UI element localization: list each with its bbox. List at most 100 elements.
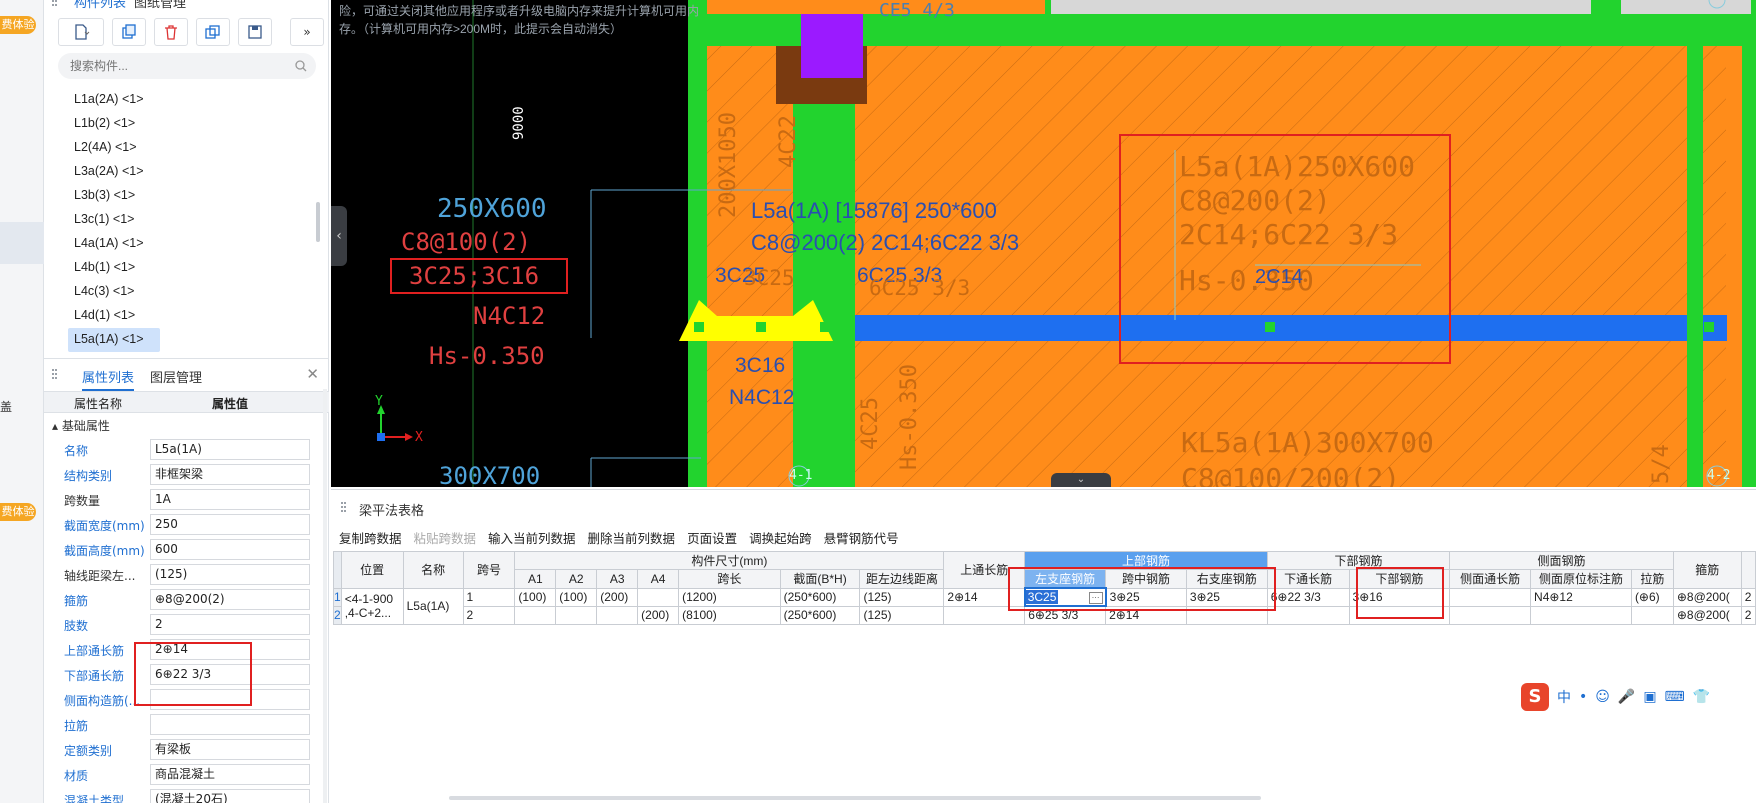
col-section[interactable]: 截面(B*H) <box>779 569 861 589</box>
cell-midspan[interactable]: 3⊕25 <box>1105 587 1187 607</box>
col-group-side-bars[interactable]: 侧面钢筋 <box>1449 551 1674 570</box>
cell-span-length[interactable]: (8100) <box>678 605 781 625</box>
property-row[interactable]: 拉筋 <box>44 712 329 737</box>
property-value-field[interactable] <box>150 689 310 710</box>
property-value-field[interactable]: 有梁板 <box>150 739 310 760</box>
col-tie[interactable]: 拉筋 <box>1630 569 1674 589</box>
col-stirrup[interactable]: 箍筋 <box>1672 551 1742 589</box>
col-bottom-bars[interactable]: 下部钢筋 <box>1348 569 1451 589</box>
ime-chinese-mode[interactable]: 中 <box>1557 687 1571 707</box>
ime-emoji-icon[interactable]: ☺ <box>1595 689 1610 705</box>
tab-component-list[interactable]: 构件列表 <box>74 0 126 10</box>
cell-a1[interactable]: (100) <box>514 587 557 607</box>
col-a2[interactable]: A2 <box>555 569 598 589</box>
property-value-field[interactable]: ⊕8@200(2) <box>150 589 310 610</box>
collapse-left-panel-button[interactable]: ‹ <box>331 206 347 266</box>
swap-start-span-button[interactable]: 调换起始跨 <box>749 528 812 547</box>
duplicate-layer-button[interactable] <box>196 18 230 46</box>
cell-tie[interactable] <box>1630 605 1674 625</box>
ime-screenshot-icon[interactable]: ▣ <box>1643 689 1656 705</box>
page-setup-button[interactable]: 页面设置 <box>687 528 737 547</box>
component-item[interactable]: L3b(3) <1> <box>68 184 318 208</box>
cell-extra[interactable]: 2 <box>1740 605 1756 625</box>
search-icon[interactable] <box>294 59 308 73</box>
col-span-length[interactable]: 跨长 <box>678 569 781 589</box>
tab-property-list[interactable]: 属性列表 <box>82 367 135 391</box>
cell-bottom-bars[interactable] <box>1348 605 1451 625</box>
component-item[interactable]: L4a(1A) <1> <box>68 232 318 256</box>
cell-tie[interactable]: (⊕6) <box>1630 587 1674 607</box>
cell-name[interactable]: L5a(1A) <box>402 587 464 625</box>
property-row[interactable]: 混凝土类型 (混凝土20石) <box>44 787 329 803</box>
component-item[interactable]: L4b(1) <1> <box>68 256 318 280</box>
component-item-selected[interactable]: L5a(1A) <1> <box>68 328 160 352</box>
property-row[interactable]: 肢数 2 <box>44 612 329 637</box>
cell-side-through[interactable] <box>1449 587 1532 607</box>
delete-column-data-button[interactable]: 删除当前列数据 <box>588 528 676 547</box>
component-search-input[interactable] <box>58 53 316 79</box>
property-row[interactable]: 定额类别 有梁板 <box>44 737 329 762</box>
property-row[interactable]: 截面高度(mm) 600 <box>44 537 329 562</box>
input-column-data-button[interactable]: 输入当前列数据 <box>488 528 576 547</box>
new-component-button[interactable] <box>58 18 104 46</box>
property-value-field[interactable]: 非框架梁 <box>150 464 310 485</box>
col-group-size[interactable]: 构件尺寸(mm) <box>514 551 945 570</box>
property-value-field[interactable]: 2⊕14 <box>150 639 310 660</box>
component-item[interactable]: L4c(3) <1> <box>68 280 318 304</box>
ime-voice-icon[interactable]: 🎤 <box>1618 689 1635 705</box>
cell-left-support[interactable]: 6⊕25 3/3 <box>1024 605 1107 625</box>
table-row[interactable]: 1 <4-1-900,4-C+2... L5a(1A) 1 (100) (100… <box>333 587 1756 625</box>
col-a1[interactable]: A1 <box>514 569 557 589</box>
ime-skin-icon[interactable]: 👕 <box>1693 689 1710 705</box>
property-row[interactable]: 侧面构造筋(... <box>44 687 329 712</box>
cell-a2[interactable]: (100) <box>555 587 598 607</box>
cell-a1[interactable] <box>514 605 557 625</box>
ime-keyboard-icon[interactable]: ⌨ <box>1665 689 1685 705</box>
strip-selected-item[interactable] <box>0 222 44 264</box>
cell-section[interactable]: (250*600) <box>779 605 861 625</box>
cell-a2[interactable] <box>555 605 598 625</box>
cell-top-through[interactable] <box>943 605 1026 625</box>
cell-right-support[interactable] <box>1185 605 1268 625</box>
cell-section[interactable]: (250*600) <box>779 587 861 607</box>
cell-midspan[interactable]: 2⊕14 <box>1105 605 1187 625</box>
property-value-field[interactable]: 6⊕22 3/3 <box>150 664 310 685</box>
property-row[interactable]: 跨数量 1A <box>44 487 329 512</box>
tab-drawing-management[interactable]: 图纸管理 <box>134 0 186 10</box>
drag-grip-icon[interactable] <box>341 502 347 514</box>
property-row[interactable]: 结构类别 非框架梁 <box>44 462 329 487</box>
col-bottom-through[interactable]: 下通长筋 <box>1266 569 1350 589</box>
component-item[interactable]: L2(4A) <1> <box>68 136 318 160</box>
col-right-support-bars[interactable]: 右支座钢筋 <box>1185 569 1268 589</box>
row-number[interactable]: 1 <box>333 587 342 607</box>
col-extra[interactable] <box>1740 551 1756 589</box>
property-row[interactable]: 上部通长筋 2⊕14 <box>44 637 329 662</box>
trial-badge-top[interactable]: 费体验 <box>0 16 36 34</box>
save-component-button[interactable] <box>238 18 272 46</box>
cell-a3[interactable] <box>596 605 639 625</box>
cell-bottom-through[interactable]: 6⊕22 3/3 <box>1266 587 1350 607</box>
ime-punctuation-icon[interactable]: • <box>1579 689 1587 705</box>
cell-left-support-editing[interactable]: 3C25 ··· <box>1023 587 1107 607</box>
col-group-bottom-bars[interactable]: 下部钢筋 <box>1266 551 1451 570</box>
property-value-field[interactable]: 商品混凝土 <box>150 764 310 785</box>
cell-bottom-bars[interactable]: 3⊕16 <box>1348 587 1451 607</box>
copy-span-data-button[interactable]: 复制跨数据 <box>339 528 402 547</box>
cantilever-code-button[interactable]: 悬臂钢筋代号 <box>824 528 899 547</box>
copy-component-button[interactable] <box>112 18 146 46</box>
cell-span[interactable]: 1 <box>462 587 516 607</box>
property-value-field[interactable]: 600 <box>150 539 310 560</box>
property-row[interactable]: 材质 商品混凝土 <box>44 762 329 787</box>
col-side-local[interactable]: 侧面原位标注筋 <box>1530 569 1632 589</box>
col-span[interactable]: 跨号 <box>462 551 516 589</box>
col-name[interactable]: 名称 <box>402 551 464 589</box>
cad-viewport[interactable]: 险，可通过关闭其他应用程序或者升级电脑内存来提升计算机可用内 存。（计算机可用内… <box>331 0 1756 487</box>
property-value-field[interactable] <box>150 714 310 735</box>
cell-stirrup[interactable]: ⊕8@200( <box>1672 587 1742 607</box>
property-group-basic[interactable]: ▴ 基础属性 <box>44 415 329 437</box>
cell-stirrup[interactable]: ⊕8@200( <box>1672 605 1742 625</box>
property-row[interactable]: 下部通长筋 6⊕22 3/3 <box>44 662 329 687</box>
property-row[interactable]: 截面宽度(mm) 250 <box>44 512 329 537</box>
component-item[interactable]: L1a(2A) <1> <box>68 88 318 112</box>
cell-left-distance[interactable]: (125) <box>859 587 945 607</box>
